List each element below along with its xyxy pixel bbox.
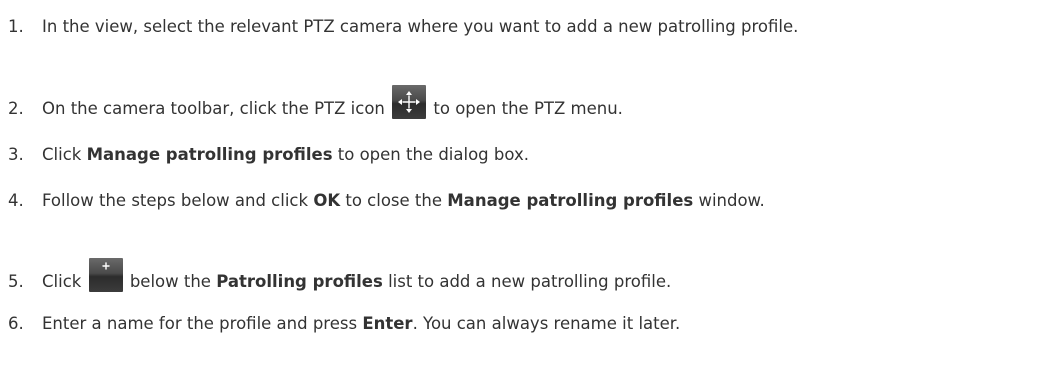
step-number: 6. xyxy=(8,314,24,333)
step-text: list to add a new patrolling profile. xyxy=(388,272,672,291)
step-text: Click xyxy=(42,272,82,291)
list-item: 5. Click below the Patrolling profiles li… xyxy=(8,258,671,292)
list-item: 2. On the camera toolbar, click the PTZ i… xyxy=(8,85,623,119)
ui-term: Enter xyxy=(362,314,413,333)
add-icon xyxy=(88,258,123,292)
ui-term: Manage patrolling profiles xyxy=(447,191,694,210)
list-item: 3. Click Manage patrolling profiles to op… xyxy=(8,144,529,166)
step-number: 5. xyxy=(8,272,24,291)
list-item: 6. Enter a name for the profile and press… xyxy=(8,313,680,335)
step-number: 2. xyxy=(8,99,24,118)
step-text: to open the PTZ menu. xyxy=(433,99,623,118)
list-item: 1. In the view, select the relevant PTZ c… xyxy=(8,16,798,38)
step-number: 1. xyxy=(8,17,24,36)
step-text: Follow the steps below and click xyxy=(42,191,309,210)
step-text: Click xyxy=(42,145,82,164)
ptz-move-icon xyxy=(392,85,427,119)
list-item: 4. Follow the steps below and click OK to… xyxy=(8,190,765,212)
ui-term: OK xyxy=(313,191,341,210)
step-text: below the xyxy=(129,272,211,291)
step-text: window. xyxy=(698,191,765,210)
step-text: to close the xyxy=(345,191,443,210)
instruction-steps: 1. In the view, select the relevant PTZ c… xyxy=(0,0,1054,369)
step-text: In the view, select the relevant PTZ cam… xyxy=(42,17,799,36)
step-text: to open the dialog box. xyxy=(337,145,529,164)
step-number: 3. xyxy=(8,145,24,164)
ui-term: Patrolling profiles xyxy=(216,272,383,291)
step-number: 4. xyxy=(8,191,24,210)
step-text: Enter a name for the profile and press xyxy=(42,314,358,333)
ui-term: Manage patrolling profiles xyxy=(86,145,333,164)
step-text: On the camera toolbar, click the PTZ ico… xyxy=(42,99,385,118)
step-text: . You can always rename it later. xyxy=(412,314,681,333)
